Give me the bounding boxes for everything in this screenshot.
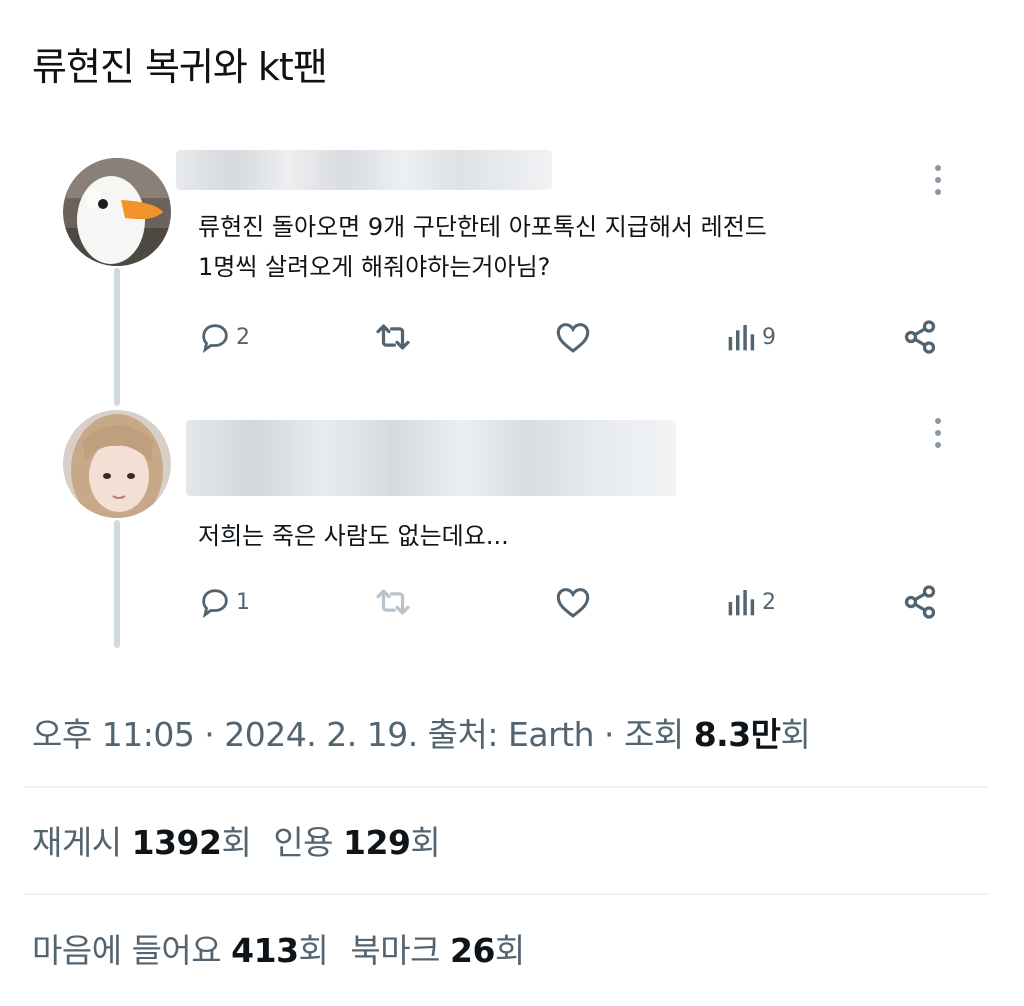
tweet-actions: 1 2	[198, 580, 948, 624]
view-count: 8.3만	[693, 715, 781, 754]
retweet-button[interactable]	[374, 315, 412, 359]
retweet-icon	[374, 320, 412, 354]
thread-connector-line	[114, 520, 120, 648]
tweet-text-line: 1명씩 살려오게 해줘야하는거아님?	[198, 253, 551, 281]
reply-count: 2	[236, 324, 250, 350]
like-button[interactable]	[554, 315, 592, 359]
retweets-count: 1392	[131, 823, 222, 862]
share-icon	[902, 319, 938, 355]
reply-button[interactable]: 2	[198, 315, 250, 359]
likes-label: 마음에 들어요	[32, 931, 232, 970]
retweets-stat[interactable]: 재게시 1392회	[32, 823, 252, 862]
quotes-count: 129	[343, 823, 411, 862]
analytics-icon	[726, 322, 758, 352]
quotes-label: 인용	[273, 823, 344, 862]
share-button[interactable]	[902, 315, 938, 359]
divider	[24, 786, 988, 788]
reply-icon	[198, 585, 232, 619]
reply-count: 1	[236, 589, 250, 615]
reply-icon	[198, 320, 232, 354]
tweet-text: 류현진 돌아오면 9개 구단한테 아포톡신 지급해서 레전드 1명씩 살려오게 …	[198, 207, 918, 287]
bookmarks-suffix: 회	[494, 931, 525, 970]
retweets-suffix: 회	[221, 823, 252, 862]
heart-icon	[554, 320, 592, 354]
redacted-username	[176, 150, 552, 190]
engagement-stats-row: 마음에 들어요 413회 북마크 26회	[32, 924, 525, 972]
share-icon	[902, 584, 938, 620]
tweet-text-line: 류현진 돌아오면 9개 구단한테 아포톡신 지급해서 레전드	[198, 213, 767, 241]
thread-connector-line	[114, 268, 120, 406]
likes-count: 413	[231, 931, 299, 970]
like-button[interactable]	[554, 580, 592, 624]
likes-suffix: 회	[298, 931, 329, 970]
analytics-icon	[726, 587, 758, 617]
views-count: 2	[762, 589, 776, 615]
retweets-label: 재게시	[32, 823, 132, 862]
bookmarks-stat[interactable]: 북마크 26회	[350, 931, 525, 970]
share-button[interactable]	[902, 580, 938, 624]
retweet-icon	[374, 585, 412, 619]
quotes-suffix: 회	[410, 823, 441, 862]
divider	[24, 893, 988, 895]
bookmarks-count: 26	[449, 931, 495, 970]
reply-button[interactable]: 1	[198, 580, 250, 624]
tweet-text: 저희는 죽은 사람도 없는데요...	[198, 516, 918, 556]
more-options-icon[interactable]	[934, 418, 942, 448]
quotes-stat[interactable]: 인용 129회	[273, 823, 440, 862]
views-count: 9	[762, 324, 776, 350]
timestamp-source: 오후 11:05 · 2024. 2. 19. 출처: Earth · 조회	[32, 715, 694, 754]
bookmarks-label: 북마크	[350, 931, 450, 970]
view-suffix: 회	[780, 715, 811, 754]
more-options-icon[interactable]	[934, 165, 942, 195]
avatar-person[interactable]	[63, 410, 171, 518]
retweet-button[interactable]	[374, 580, 412, 624]
tweet-text-line: 저희는 죽은 사람도 없는데요...	[198, 522, 509, 550]
page-title: 류현진 복귀와 kt팬	[32, 45, 328, 89]
avatar-goose[interactable]	[63, 158, 171, 266]
post-timestamp-meta: 오후 11:05 · 2024. 2. 19. 출처: Earth · 조회 8…	[32, 708, 811, 756]
engagement-stats-row: 재게시 1392회 인용 129회	[32, 816, 441, 864]
tweet-actions: 2 9	[198, 315, 948, 359]
views-button[interactable]: 9	[726, 315, 776, 359]
heart-icon	[554, 585, 592, 619]
redacted-username	[186, 420, 676, 496]
views-button[interactable]: 2	[726, 580, 776, 624]
likes-stat[interactable]: 마음에 들어요 413회	[32, 931, 329, 970]
